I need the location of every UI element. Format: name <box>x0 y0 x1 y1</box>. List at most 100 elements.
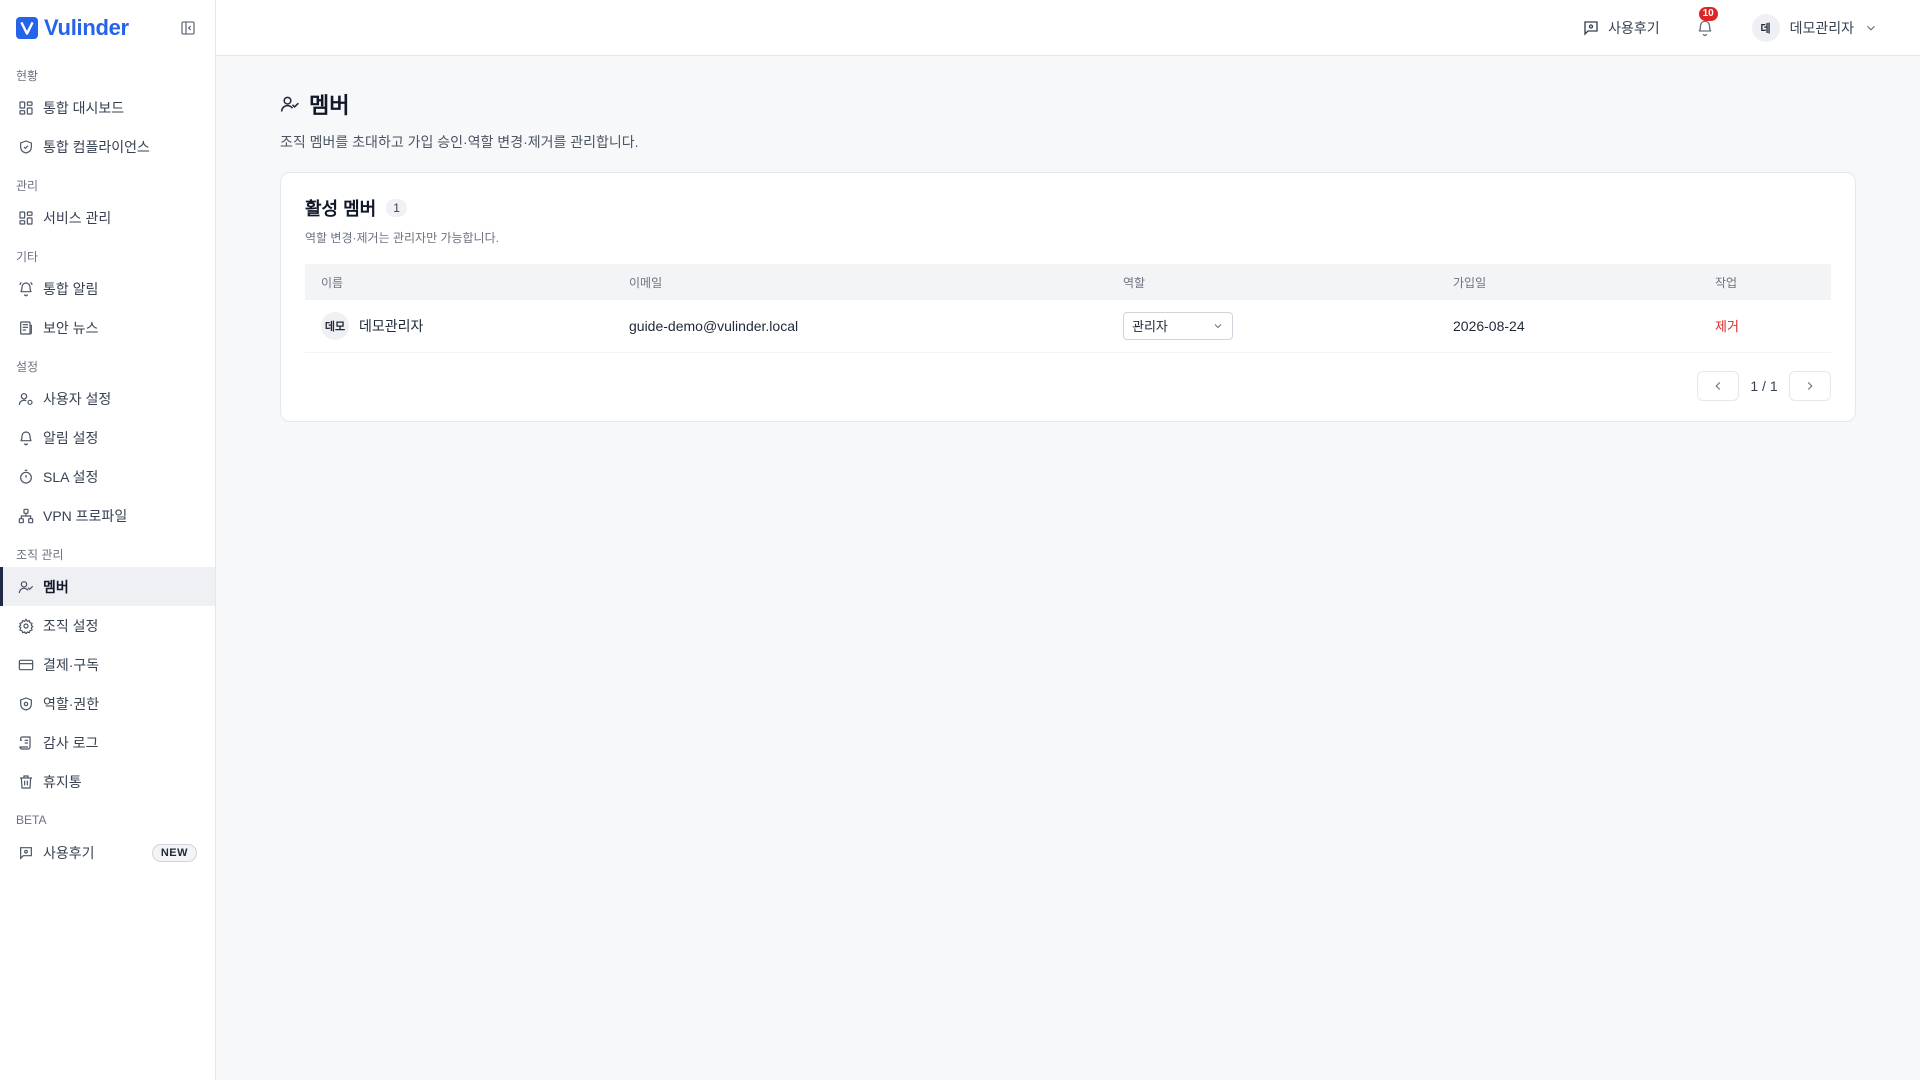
nav-section-label: 현황 <box>16 68 39 83</box>
sidebar-item-label: 감사 로그 <box>43 734 99 751</box>
card-title-row: 활성 멤버 1 <box>305 195 1831 221</box>
logo-mark-icon <box>16 17 38 39</box>
sidebar-collapse-icon <box>181 21 195 35</box>
sidebar-item[interactable]: 멤버 <box>0 567 215 606</box>
next-page-button[interactable] <box>1789 370 1831 401</box>
role-select-value: 관리자 <box>1132 319 1168 335</box>
avatar: 데모 <box>321 311 349 340</box>
sidebar-item[interactable]: SLA 설정 <box>0 457 215 496</box>
network-icon <box>18 508 34 523</box>
sidebar-collapse-button[interactable] <box>177 17 199 39</box>
pagination: 1 / 1 <box>305 370 1831 401</box>
table-row: 데모 데모관리자 guide-demo@vulinder.local 관리자 2… <box>305 300 1831 353</box>
sidebar-item[interactable]: 조직 설정 <box>0 606 215 645</box>
sidebar-item[interactable]: 통합 알림 <box>0 269 215 308</box>
chevron-left-icon <box>1715 381 1721 390</box>
sidebar-item[interactable]: 사용자 설정 <box>0 379 215 418</box>
brand-logo[interactable]: Vulinder <box>16 15 129 41</box>
nav-section-label: BETA <box>16 813 47 827</box>
remove-member-button[interactable]: 제거 <box>1715 319 1739 334</box>
nav-section-label: 관리 <box>16 178 39 193</box>
sidebar-item-label: 조직 설정 <box>43 617 99 634</box>
role-select[interactable]: 관리자 <box>1123 311 1233 340</box>
message-icon <box>20 846 32 860</box>
sidebar-item[interactable]: 사용후기 NEW <box>0 833 215 872</box>
sidebar-item[interactable]: 결제·구독 <box>0 645 215 684</box>
timer-icon <box>20 469 32 484</box>
column-header-action: 작업 <box>1715 275 1738 290</box>
column-header-email: 이메일 <box>629 275 663 290</box>
column-header-joined: 가입일 <box>1453 275 1487 290</box>
grid-icon <box>19 210 33 225</box>
chevron-down-icon <box>1867 25 1875 31</box>
sidebar-item[interactable]: 통합 대시보드 <box>0 88 215 127</box>
user-name: 데모관리자 <box>1789 19 1854 36</box>
grid-icon <box>19 100 33 115</box>
review-button[interactable]: 사용후기 <box>1582 18 1660 38</box>
nav-section-label: 기타 <box>16 249 39 264</box>
prev-page-button[interactable] <box>1697 370 1739 401</box>
user-cog-icon <box>18 392 33 405</box>
active-members-card: 활성 멤버 1 역할 변경·제거는 관리자만 가능합니다. 이름 이메일 역할 … <box>280 172 1856 422</box>
sidebar-item[interactable]: 휴지통 <box>0 762 215 801</box>
member-name: 데모관리자 <box>359 317 424 334</box>
sidebar-item[interactable]: 보안 뉴스 <box>0 308 215 347</box>
page-header: 멤버 <box>280 88 1856 120</box>
sidebar-item-label: VPN 프로파일 <box>43 507 128 524</box>
sidebar-item-label: 결제·구독 <box>43 656 100 673</box>
credit-card-icon <box>18 659 34 670</box>
main-content: 멤버 조직 멤버를 초대하고 가입 승인·역할 변경·제거를 관리합니다. 활성… <box>216 56 1920 1080</box>
sidebar-item[interactable]: 통합 컴플라이언스 <box>0 127 215 166</box>
review-label: 사용후기 <box>1608 19 1660 36</box>
sidebar-item-label: 휴지통 <box>43 773 82 790</box>
page-description: 조직 멤버를 초대하고 가입 승인·역할 변경·제거를 관리합니다. <box>280 134 639 150</box>
table-header-row: 이름 이메일 역할 가입일 작업 <box>305 264 1831 300</box>
bell-ring-icon <box>19 281 33 296</box>
sidebar-item[interactable]: 서비스 관리 <box>0 198 215 237</box>
trash-icon <box>20 774 32 789</box>
newspaper-icon <box>20 320 32 335</box>
member-joined-date: 2026-08-24 <box>1437 300 1699 353</box>
sidebar-item[interactable]: 감사 로그 <box>0 723 215 762</box>
brand-name: Vulinder <box>44 15 129 40</box>
notification-count-badge: 10 <box>1698 6 1718 21</box>
nav-section-label: 설정 <box>16 359 39 374</box>
sidebar-item-label: 사용자 설정 <box>43 390 112 407</box>
nav-section-label: 조직 관리 <box>16 547 64 562</box>
logo-row: Vulinder <box>0 0 215 56</box>
sidebar: Vulinder 현황통합 대시보드통합 컴플라이언스관리서비스 관리기타통합 … <box>0 0 216 1080</box>
gear-icon <box>18 617 34 634</box>
shield-check-icon <box>20 139 32 154</box>
action-cell: 제거 <box>1699 300 1831 353</box>
page-indicator: 1 / 1 <box>1750 377 1778 394</box>
page-title: 멤버 <box>309 93 350 118</box>
user-check-icon <box>280 96 299 112</box>
new-badge: NEW <box>151 843 197 862</box>
user-check-icon <box>18 580 34 593</box>
message-icon <box>1584 20 1598 36</box>
chevron-down-icon <box>1214 323 1222 328</box>
member-count-badge: 1 <box>386 199 407 217</box>
members-table: 이름 이메일 역할 가입일 작업 데모 데모관리자 guide-demo@vul… <box>305 264 1831 353</box>
sidebar-item-label: 통합 알림 <box>43 280 99 297</box>
card-title: 활성 멤버 <box>305 199 377 219</box>
sidebar-item[interactable]: 역할·권한 <box>0 684 215 723</box>
sidebar-item-label: 알림 설정 <box>43 429 99 446</box>
sidebar-item[interactable]: VPN 프로파일 <box>0 496 215 535</box>
member-email: guide-demo@vulinder.local <box>613 300 1107 353</box>
role-cell: 관리자 <box>1107 300 1437 353</box>
sidebar-nav: 현황통합 대시보드통합 컴플라이언스관리서비스 관리기타통합 알림보안 뉴스설정… <box>0 62 215 872</box>
column-header-role: 역할 <box>1123 275 1146 290</box>
scroll-icon <box>19 735 31 750</box>
name-cell: 데모 데모관리자 <box>305 300 613 353</box>
notification-button[interactable]: 10 <box>1694 6 1718 39</box>
sidebar-item-label: 서비스 관리 <box>43 209 112 226</box>
sidebar-item[interactable]: 알림 설정 <box>0 418 215 457</box>
sidebar-item-label: 사용후기 <box>43 844 95 861</box>
sidebar-item-label: 통합 컴플라이언스 <box>43 138 150 155</box>
bell-icon <box>20 430 32 445</box>
column-header-name: 이름 <box>321 275 344 290</box>
chevron-right-icon <box>1807 381 1813 390</box>
card-subtitle: 역할 변경·제거는 관리자만 가능합니다. <box>305 231 499 245</box>
user-menu[interactable]: 데 데모관리자 <box>1751 13 1878 42</box>
